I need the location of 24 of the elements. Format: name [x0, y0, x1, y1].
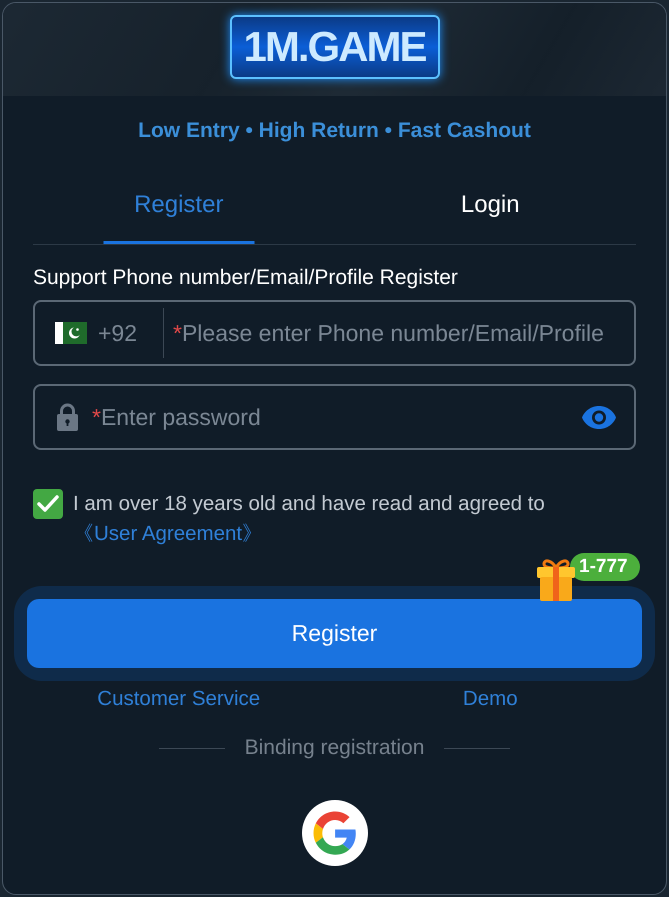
- binding-label: Binding registration: [244, 736, 424, 760]
- agreement-text: I am over 18 years old and have read and agreed to 《User Agreement》: [73, 491, 546, 547]
- tagline: Low Entry • High Return • Fast Cashout: [137, 118, 532, 144]
- phone-field[interactable]: +92 *Please enter Phone number/Email/Profile: [33, 300, 636, 366]
- lock-icon: [57, 403, 78, 431]
- google-icon[interactable]: [302, 800, 368, 866]
- password-input[interactable]: Enter password: [100, 400, 582, 434]
- register-button[interactable]: Register: [27, 599, 642, 668]
- agreement-checkbox[interactable]: [33, 489, 63, 519]
- phone-input[interactable]: Please enter Phone number/Email/Profile: [182, 316, 628, 350]
- footer-link[interactable]: Customer Service: [97, 687, 260, 711]
- form-label: Support Phone number/Email/Profile Register: [33, 266, 459, 290]
- eye-icon[interactable]: [582, 406, 616, 428]
- flag-icon: [55, 322, 87, 344]
- required-mark: *: [92, 406, 101, 428]
- bonus-badge: 1-777: [570, 553, 640, 581]
- logo: 1M.GAME: [230, 15, 440, 79]
- password-field[interactable]: *Enter password: [33, 384, 636, 450]
- user-agreement-link[interactable]: 《User Agreement》: [73, 522, 264, 545]
- required-mark: *: [173, 322, 182, 344]
- footer-link[interactable]: Demo: [462, 687, 518, 711]
- tab[interactable]: Register: [23, 171, 334, 244]
- tab[interactable]: Login: [334, 171, 646, 244]
- country-code-button[interactable]: +92: [55, 308, 164, 358]
